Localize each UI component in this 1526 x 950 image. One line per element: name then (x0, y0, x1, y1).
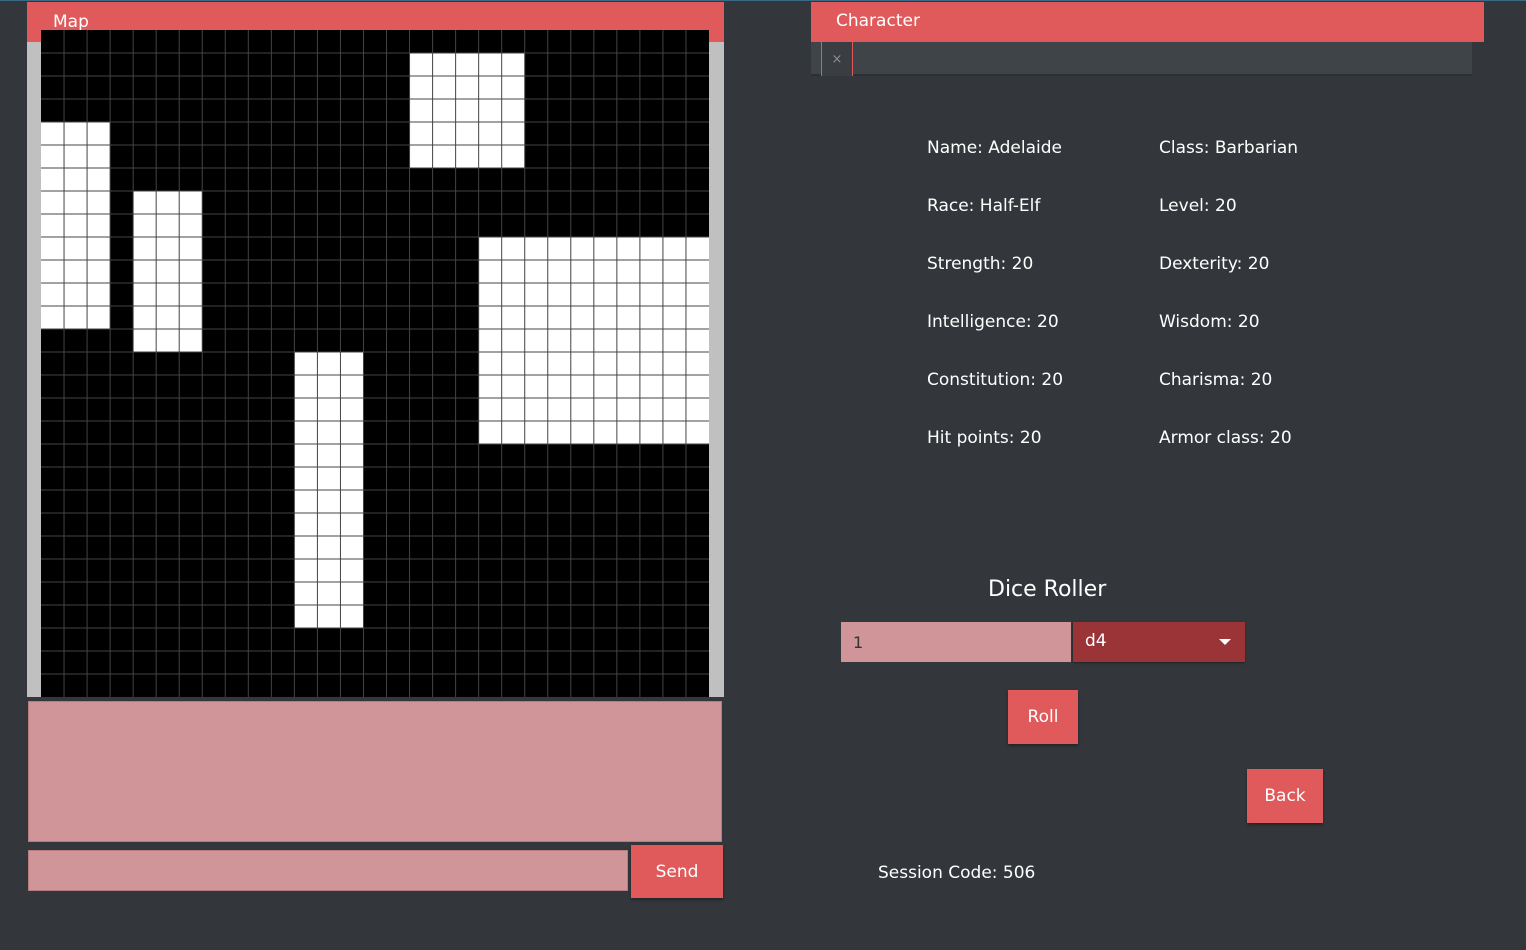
stat-level: Level: 20 (1159, 196, 1237, 216)
map-grid[interactable] (41, 30, 709, 697)
stat-name: Name: Adelaide (927, 138, 1062, 158)
stat-wisdom: Wisdom: 20 (1159, 312, 1260, 332)
session-code: Session Code: 506 (878, 863, 1036, 883)
roll-button[interactable]: Roll (1008, 690, 1078, 744)
stat-constitution: Constitution: 20 (927, 370, 1064, 390)
send-button[interactable]: Send (631, 845, 723, 898)
map-room-3[interactable] (409, 53, 525, 168)
map-title: Map (53, 12, 89, 32)
stat-hit-points: Hit points: 20 (927, 428, 1042, 448)
back-button[interactable]: Back (1247, 769, 1323, 823)
stat-armor-class: Armor class: 20 (1159, 428, 1292, 448)
stat-intelligence: Intelligence: 20 (927, 312, 1059, 332)
character-title: Character (836, 11, 920, 31)
stat-strength: Strength: 20 (927, 254, 1034, 274)
stat-class: Class: Barbarian (1159, 138, 1299, 158)
map-panel: Map (27, 2, 724, 697)
close-tab-icon[interactable]: × (821, 42, 853, 76)
character-tab-bar: × (811, 42, 1472, 76)
dice-count-input[interactable] (841, 622, 1071, 662)
stat-dexterity: Dexterity: 20 (1159, 254, 1270, 274)
window-top-border (0, 0, 1526, 1)
chat-input[interactable] (28, 850, 628, 891)
die-type-select[interactable]: d4 (1073, 622, 1245, 662)
dice-roller-title: Dice Roller (988, 577, 1107, 602)
map-room-2[interactable] (133, 191, 203, 352)
stat-race: Race: Half-Elf (927, 196, 1041, 216)
chevron-down-icon (1219, 639, 1231, 645)
die-type-value: d4 (1085, 631, 1107, 651)
character-header: Character (811, 2, 1484, 42)
map-room-1[interactable] (41, 122, 111, 329)
stat-charisma: Charisma: 20 (1159, 370, 1273, 390)
chat-log[interactable] (28, 701, 722, 842)
